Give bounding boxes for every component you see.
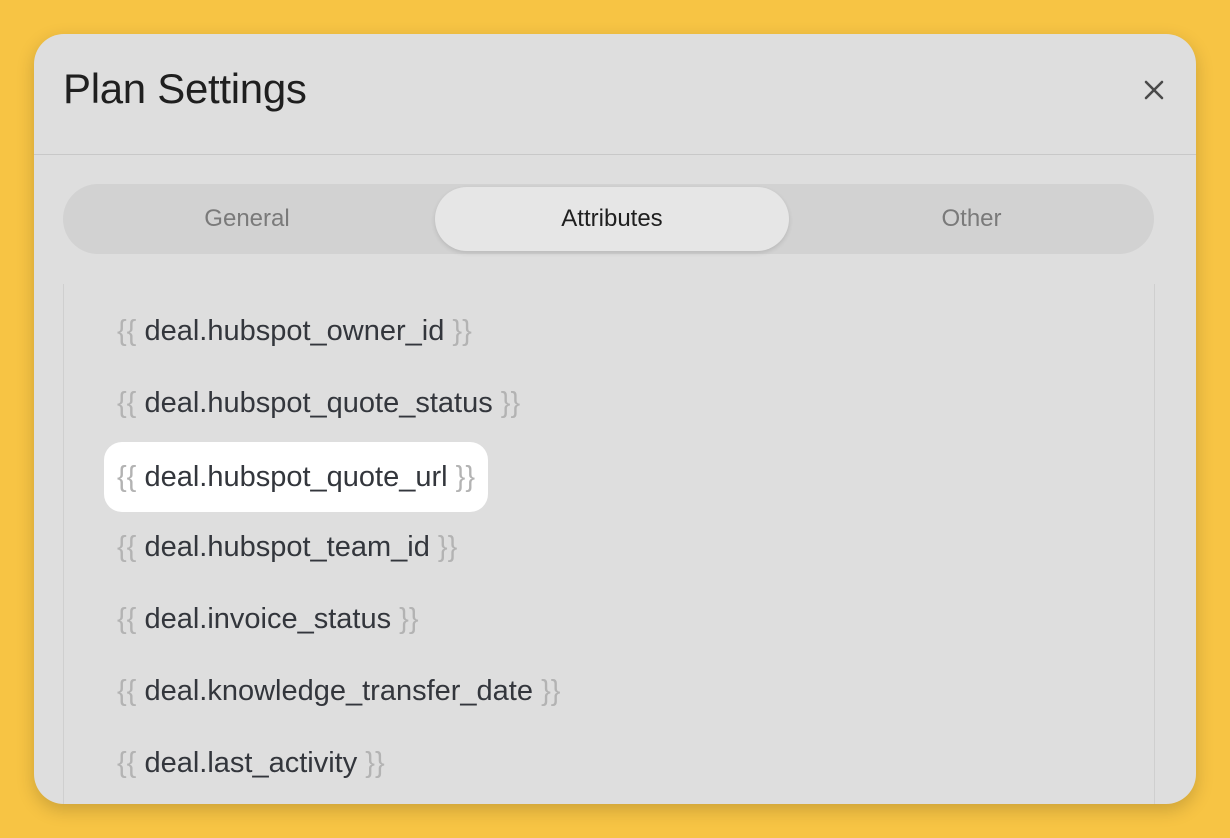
tab-bar: General Attributes Other bbox=[63, 184, 1154, 254]
open-brace: {{ bbox=[117, 531, 137, 563]
close-brace: }} bbox=[365, 747, 385, 779]
attribute-name: deal.hubspot_owner_id bbox=[144, 315, 445, 347]
attribute-item-highlighted[interactable]: {{ deal.hubspot_quote_url }} bbox=[104, 442, 489, 512]
dialog-header: Plan Settings bbox=[34, 34, 1196, 155]
attribute-name: deal.hubspot_quote_url bbox=[144, 461, 448, 493]
tab-general[interactable]: General bbox=[63, 187, 431, 251]
attribute-item[interactable]: {{ deal.knowledge_transfer_date }} bbox=[104, 656, 573, 726]
close-button[interactable] bbox=[1138, 74, 1170, 106]
attribute-name: deal.last_activity bbox=[144, 747, 358, 779]
open-brace: {{ bbox=[117, 315, 137, 347]
open-brace: {{ bbox=[117, 747, 137, 779]
tab-attributes[interactable]: Attributes bbox=[435, 187, 789, 251]
attribute-name: deal.knowledge_transfer_date bbox=[144, 675, 533, 707]
attribute-item[interactable]: {{ deal.hubspot_team_id }} bbox=[104, 512, 470, 582]
close-brace: }} bbox=[452, 315, 472, 347]
open-brace: {{ bbox=[117, 675, 137, 707]
attribute-item[interactable]: {{ deal.invoice_status }} bbox=[104, 584, 432, 654]
plan-settings-dialog: Plan Settings General Attributes Other {… bbox=[34, 34, 1196, 804]
attribute-item[interactable]: {{ deal.hubspot_owner_id }} bbox=[104, 296, 485, 366]
attribute-item[interactable]: {{ deal.hubspot_quote_status }} bbox=[104, 368, 533, 438]
close-brace: }} bbox=[500, 387, 521, 419]
attribute-name: deal.hubspot_quote_status bbox=[144, 387, 493, 419]
open-brace: {{ bbox=[117, 387, 137, 419]
attribute-name: deal.hubspot_team_id bbox=[144, 531, 430, 563]
close-brace: }} bbox=[541, 675, 561, 707]
close-brace: }} bbox=[455, 461, 476, 493]
attribute-list: {{ deal.hubspot_owner_id }} {{ deal.hubs… bbox=[63, 284, 1155, 804]
attribute-item[interactable]: {{ deal.last_activity }} bbox=[104, 728, 398, 798]
close-icon bbox=[1144, 80, 1164, 100]
tab-other[interactable]: Other bbox=[789, 187, 1154, 251]
close-brace: }} bbox=[437, 531, 458, 563]
attribute-name: deal.invoice_status bbox=[144, 603, 392, 635]
open-brace: {{ bbox=[117, 461, 137, 493]
close-brace: }} bbox=[399, 603, 419, 635]
dialog-title: Plan Settings bbox=[63, 65, 307, 112]
open-brace: {{ bbox=[117, 603, 137, 635]
